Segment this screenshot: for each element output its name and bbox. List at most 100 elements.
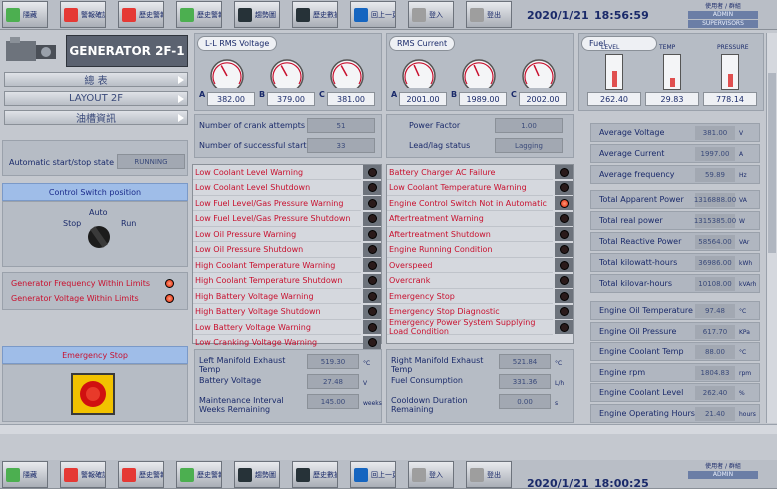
alarm-led (559, 229, 569, 239)
control-switch-panel: Auto Stop Run (2, 201, 188, 267)
bottom_left-unit-0: °C (363, 360, 371, 367)
alarm-row: Aftertreatment Shutdown (387, 227, 553, 242)
alarm-label: Emergency Stop (389, 291, 455, 301)
toolbar-button-label: 歷史數據 (313, 470, 337, 479)
alarm-led-cell (363, 227, 381, 241)
summary-label: Engine Oil Pressure (599, 326, 677, 336)
summary-value: 58564.00 (695, 235, 735, 249)
toolbar-button-5[interactable]: 歷史數據 (292, 1, 338, 28)
current-panel: RMS Current A 2001.00 B 1989.00 C 2002.00 (386, 33, 574, 111)
alarm-row: Low Fuel Level/Gas Pressure Warning (193, 196, 361, 211)
toolbar-button-8[interactable]: 登出 (466, 461, 512, 488)
menu-layout[interactable]: LAYOUT 2F (4, 91, 188, 106)
summary-row: Average Voltage 381.00 V (590, 123, 760, 142)
toolbar-button-8[interactable]: 登出 (466, 1, 512, 28)
fuel-2-value: 778.14 (703, 92, 757, 106)
toolbar-button-1[interactable]: 警報確認 (60, 1, 106, 28)
toolbar-button-1[interactable]: 警報確認 (60, 461, 106, 488)
alarm-led-cell (363, 304, 381, 319)
toolbar-button-7[interactable]: 登入 (408, 461, 454, 488)
toolbar-button-0[interactable]: 隱藏 (2, 1, 48, 28)
pf-value-1: Lagging (495, 138, 563, 153)
fuel-1-bar (663, 54, 681, 90)
alarm-led-cell (555, 273, 573, 288)
summary-value: 1804.83 (695, 365, 735, 380)
selector-switch-icon[interactable] (85, 224, 113, 250)
voltage-tag: L-L RMS Voltage (197, 36, 278, 51)
toolbar-button-label: 登入 (429, 10, 443, 19)
counts-value-1: 33 (307, 138, 375, 153)
bottom_left-value-0: 519.30 (307, 354, 359, 369)
bottom_right-value-0: 521.84 (499, 354, 551, 369)
toolbar-icon (180, 467, 194, 482)
alarm-row: Low Coolant Temperature Warning (387, 181, 553, 196)
summary-value: 59.89 (695, 168, 735, 182)
alarm-label: Low Oil Pressure Shutdown (195, 245, 304, 254)
toolbar-button-6[interactable]: 回上一頁 (350, 1, 396, 28)
summary-label: Average frequency (599, 170, 675, 179)
toolbar-button-2[interactable]: 歷史警報 (118, 1, 164, 28)
freq-within-led (165, 279, 174, 288)
summary-row: Engine Operating Hours 21.40 hours (590, 403, 760, 423)
alarm-row: High Coolant Temperature Warning (193, 258, 361, 273)
alarm-led (367, 167, 377, 177)
toolbar-button-6[interactable]: 回上一頁 (350, 461, 396, 488)
summary-value: 262.40 (695, 386, 735, 400)
alarm-led-cell (363, 273, 381, 288)
menu-oil-tank[interactable]: 油槽資訊 (4, 110, 188, 125)
voltage-gauge-a (210, 59, 244, 88)
toolbar-button-7[interactable]: 登入 (408, 1, 454, 28)
toolbar-button-3[interactable]: 歷史警報 (176, 461, 222, 488)
alarm-label: Low Oil Pressure Warning (195, 229, 297, 239)
summary-label: Average Voltage (599, 128, 665, 137)
alarm-led (367, 291, 377, 301)
alarm-led (559, 276, 569, 285)
toolbar-button-0[interactable]: 隱藏 (2, 461, 48, 488)
alarm-led-cell (555, 196, 573, 210)
emergency-stop-button[interactable] (71, 373, 115, 415)
user-box-bottom[interactable]: 使用者 / 群組 ADMIN (688, 461, 758, 488)
bottom_right-value-1: 331.36 (499, 374, 551, 389)
generator-icon (2, 35, 62, 67)
alarm-led (559, 322, 569, 332)
pf-label-1: Lead/lag status (409, 141, 471, 150)
scroll-thumb[interactable] (768, 73, 776, 253)
pf-label-0: Power Factor (409, 121, 461, 130)
toolbar-button-5[interactable]: 歷史數據 (292, 461, 338, 488)
counts-panel: Number of crank attempts 51 Number of succ… (194, 114, 382, 158)
toolbar-button-4[interactable]: 趨勢圖 (234, 461, 280, 488)
toolbar-icon (6, 467, 20, 482)
fuel-0-fill (612, 70, 617, 87)
user-box[interactable]: 使用者 / 群組 ADMIN SUPERVISORS (688, 1, 758, 28)
toolbar-icon (470, 7, 484, 22)
summary-unit: °C (739, 308, 747, 315)
alarm-led (367, 198, 377, 208)
toolbar-icon (354, 7, 368, 22)
alarm-label: Low Fuel Level/Gas Pressure Warning (195, 198, 344, 208)
summary-unit: A (739, 151, 744, 158)
toolbar-button-4[interactable]: 趨勢圖 (234, 1, 280, 28)
user-name-bottom: ADMIN (688, 471, 758, 479)
emergency-stop-header: Emergency Stop (2, 346, 188, 364)
alarm-led (367, 307, 377, 316)
summary-row: Total Reactive Power 58564.00 VAr (590, 232, 760, 251)
toolbar-icon (238, 467, 252, 482)
phase-label: A (391, 90, 398, 99)
alarm-label: Low Fuel Level/Gas Pressure Shutdown (195, 214, 351, 223)
alarm-row: High Coolant Temperature Shutdown (193, 274, 361, 289)
toolbar-icon (6, 7, 20, 22)
toolbar-button-2[interactable]: 歷史警報 (118, 461, 164, 488)
alarm-label: Overcrank (389, 276, 431, 285)
toolbar-button-label: 警報確認 (81, 470, 105, 479)
toolbar-icon (238, 7, 252, 22)
menu-summary[interactable]: 總 表 (4, 72, 188, 87)
alarm-label: Aftertreatment Shutdown (389, 229, 491, 239)
toolbar-button-3[interactable]: 歷史警報 (176, 1, 222, 28)
bottom_left-unit-2: weeks (363, 400, 382, 407)
toolbar-icon (122, 467, 136, 482)
summary-label: Engine Coolant Temp (599, 347, 684, 356)
horizontal-scrollbar[interactable] (0, 424, 777, 434)
vertical-scrollbar[interactable] (766, 33, 777, 423)
toolbar-icon (296, 467, 310, 482)
alarm-label: Overspeed (389, 260, 433, 270)
